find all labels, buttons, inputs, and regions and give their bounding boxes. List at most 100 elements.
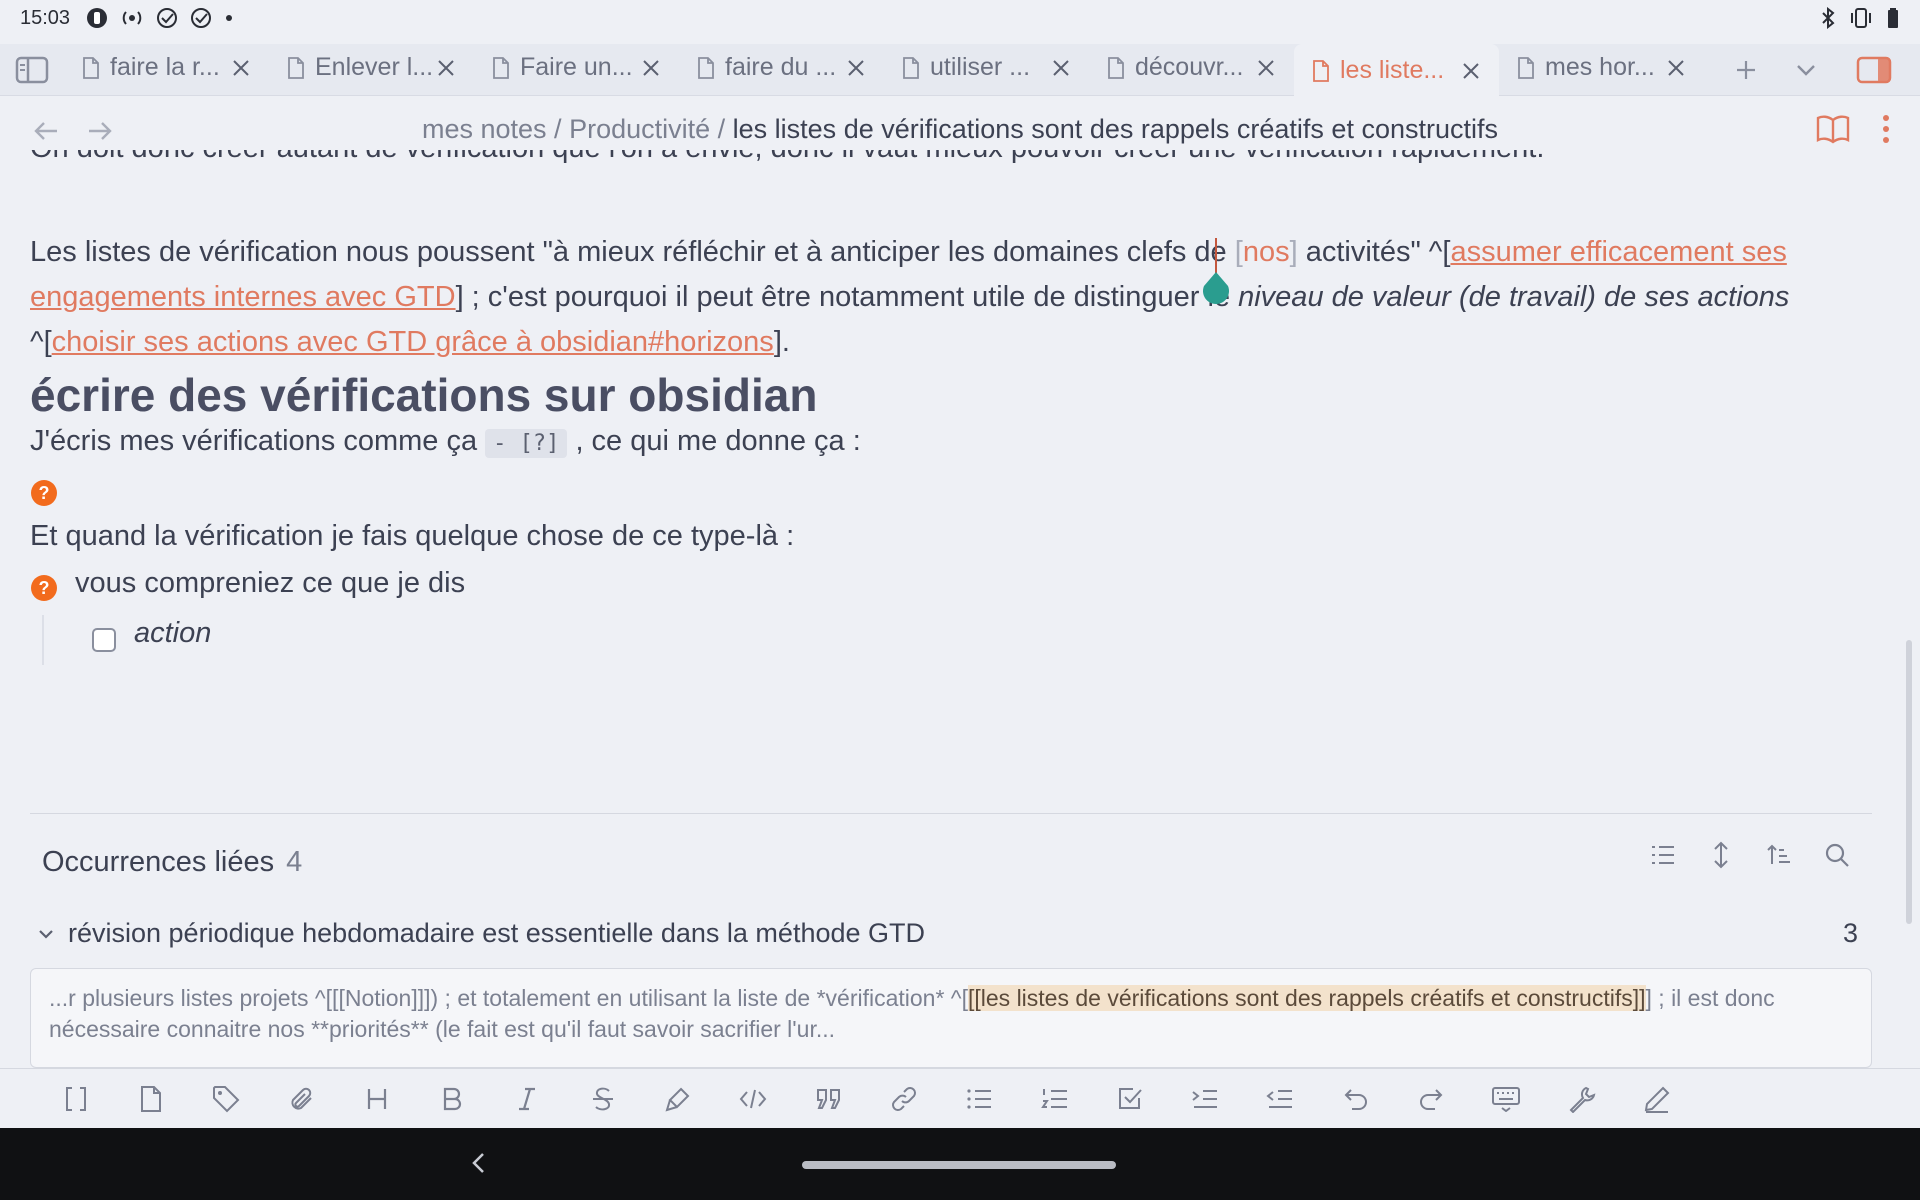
heading-icon[interactable] <box>339 1069 414 1129</box>
tab-label: mes hor... <box>1545 53 1655 81</box>
system-navigation-bar <box>0 1128 1920 1200</box>
right-sidebar-toggle-icon[interactable] <box>1844 44 1904 96</box>
close-icon[interactable] <box>1252 54 1280 82</box>
tab-6[interactable]: les liste... <box>1294 43 1499 98</box>
tab-label: utiliser ... <box>930 53 1031 81</box>
scrollbar[interactable] <box>1906 640 1912 924</box>
tab-label: Enlever l... <box>315 53 432 81</box>
breadcrumb-separator: / <box>710 114 733 144</box>
breadcrumb-folder[interactable]: Productivité <box>569 114 710 144</box>
clipped-text-line: On doit donc créer autant de vérificatio… <box>30 150 1890 178</box>
internal-link[interactable]: choisir ses actions avec GTD grâce à obs… <box>52 326 774 358</box>
collapse-results-list-icon[interactable] <box>1648 840 1678 870</box>
tab-5[interactable]: découvr... <box>1089 42 1294 94</box>
tab-label: faire la r... <box>110 53 220 81</box>
tab-list-chevron-down-icon[interactable] <box>1776 44 1836 96</box>
close-icon[interactable] <box>637 54 665 82</box>
tab-label: Faire un... <box>520 53 633 81</box>
radio-icon <box>120 7 144 29</box>
sort-icon[interactable] <box>1764 840 1794 870</box>
breadcrumb-separator: / <box>546 114 570 144</box>
numbered-list-icon[interactable] <box>1017 1069 1092 1129</box>
highlighted-match: [[les listes de vérifications sont des r… <box>968 985 1646 1011</box>
chevron-down-icon[interactable] <box>38 928 54 940</box>
close-icon[interactable] <box>1662 54 1690 82</box>
backlink-file-header[interactable]: révision périodique hebdomadaire est ess… <box>38 918 1858 949</box>
quote-icon[interactable] <box>791 1069 866 1129</box>
tab-label: découvr... <box>1135 53 1244 81</box>
undo-icon[interactable] <box>1318 1069 1393 1129</box>
notification-icon <box>86 7 108 29</box>
wrench-icon[interactable] <box>1544 1069 1619 1129</box>
file-icon <box>1107 56 1125 79</box>
editor-line[interactable]: J'écris mes vérifications comme ça - [?]… <box>30 425 861 458</box>
new-tab-icon[interactable] <box>1716 44 1776 96</box>
file-icon <box>697 56 715 79</box>
indent-icon[interactable] <box>1167 1069 1242 1129</box>
highlighter-icon[interactable] <box>640 1069 715 1129</box>
outdent-icon[interactable] <box>1243 1069 1318 1129</box>
brackets-icon[interactable] <box>38 1069 113 1129</box>
tab-4[interactable]: utiliser ... <box>884 42 1089 94</box>
task-checkbox[interactable] <box>92 628 116 652</box>
file-icon <box>1517 56 1535 79</box>
tab-3[interactable]: faire du ... <box>679 42 884 94</box>
note-title[interactable]: les listes de vérifications sont des rap… <box>733 114 1498 144</box>
question-checkbox-icon[interactable]: ? <box>31 480 57 506</box>
close-icon[interactable] <box>1457 57 1485 85</box>
check-circle-icon <box>190 7 212 29</box>
backlink-file-count: 3 <box>1842 918 1858 948</box>
mobile-toolbar <box>0 1068 1920 1128</box>
close-icon[interactable] <box>1047 54 1075 82</box>
check-circle-icon <box>156 7 178 29</box>
question-task-text[interactable]: vous compreniez ce que je dis <box>75 567 465 600</box>
link-icon[interactable] <box>866 1069 941 1129</box>
close-icon[interactable] <box>227 54 255 82</box>
tab-7[interactable]: mes hor... <box>1499 42 1704 94</box>
pen-icon[interactable] <box>1619 1069 1694 1129</box>
status-bar: 15:03 <box>0 0 1920 36</box>
editor-paragraph[interactable]: Les listes de vérification nous poussent… <box>30 230 1870 365</box>
home-gesture-bar[interactable] <box>802 1161 1116 1169</box>
task-text[interactable]: action <box>134 617 211 650</box>
expand-context-icon[interactable] <box>1706 840 1736 870</box>
section-heading[interactable]: écrire des vérifications sur obsidian <box>30 368 817 422</box>
keyboard-icon[interactable] <box>1469 1069 1544 1129</box>
tab-label: faire du ... <box>725 53 837 81</box>
more-options-icon[interactable] <box>1882 114 1890 144</box>
editor-line[interactable]: Et quand la vérification je fais quelque… <box>30 520 794 553</box>
tab-2[interactable]: Faire un... <box>474 42 679 94</box>
reading-view-book-icon[interactable] <box>1816 114 1850 144</box>
strikethrough-icon[interactable] <box>565 1069 640 1129</box>
backlink-snippet[interactable]: ...r plusieurs listes projets ^[[[Notion… <box>30 968 1872 1068</box>
cursor-handle-icon[interactable] <box>1200 270 1232 308</box>
file-icon <box>492 56 510 79</box>
checkbox-icon[interactable] <box>1092 1069 1167 1129</box>
bullet-list-icon[interactable] <box>942 1069 1017 1129</box>
file-icon[interactable] <box>113 1069 188 1129</box>
left-sidebar-toggle-icon[interactable] <box>0 44 64 96</box>
search-icon[interactable] <box>1822 840 1852 870</box>
file-icon <box>1312 59 1330 82</box>
backlinks-count: 4 <box>286 846 303 878</box>
redo-icon[interactable] <box>1393 1069 1468 1129</box>
clock: 15:03 <box>20 6 71 29</box>
file-icon <box>287 56 305 79</box>
tab-1[interactable]: Enlever l... <box>269 42 474 94</box>
bluetooth-icon <box>1820 7 1836 29</box>
paperclip-icon[interactable] <box>264 1069 339 1129</box>
backlink-file-name[interactable]: révision périodique hebdomadaire est ess… <box>68 918 1843 949</box>
backlinks-title[interactable]: Occurrences liées 4 <box>42 846 302 879</box>
italic-icon[interactable] <box>490 1069 565 1129</box>
system-back-icon[interactable] <box>470 1150 486 1176</box>
breadcrumb-root[interactable]: mes notes <box>422 114 547 144</box>
backlinks-toolbar <box>1648 840 1852 870</box>
close-icon[interactable] <box>432 54 460 82</box>
question-checkbox-icon[interactable]: ? <box>31 575 57 601</box>
bold-icon[interactable] <box>414 1069 489 1129</box>
tag-icon[interactable] <box>189 1069 264 1129</box>
close-icon[interactable] <box>842 54 870 82</box>
code-icon[interactable] <box>716 1069 791 1129</box>
tab-0[interactable]: faire la r... <box>64 42 269 94</box>
nos-link[interactable]: nos <box>1243 236 1290 268</box>
